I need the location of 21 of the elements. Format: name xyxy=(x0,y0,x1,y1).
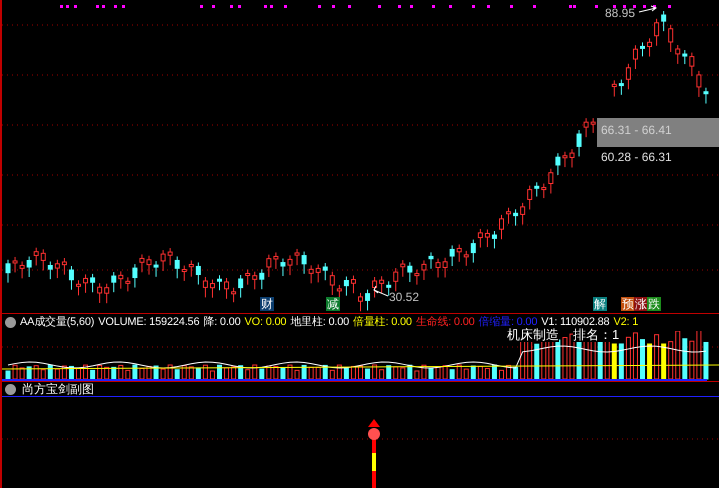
indicator-value: V1: 110902.88 xyxy=(541,315,610,328)
price-range-label: 60.28 - 66.31 xyxy=(600,149,673,166)
low-price-label: 30.52 xyxy=(389,289,420,306)
signal-badge: 涨 xyxy=(634,297,648,311)
indicator-value: 倍量柱: 0.00 xyxy=(353,315,412,330)
indicator-value: 倍缩量: 0.00 xyxy=(478,314,538,328)
price-range-label: 66.31 - 66.41 xyxy=(597,118,719,147)
signal-badge: 解 xyxy=(593,297,607,311)
indicator-value: VOLUME: 159224.56 xyxy=(98,315,200,330)
indicator-title: AA成交量(5,60) xyxy=(20,314,94,330)
indicator-value: VO: 0.00 xyxy=(244,315,286,330)
high-price-label: 88.95 xyxy=(605,5,636,22)
signal-badge: 预 xyxy=(621,297,635,311)
indicator-value: V2: 1 xyxy=(613,315,638,330)
signal-badge: 跌 xyxy=(647,297,661,311)
indicator-value: 降: 0.00 xyxy=(203,315,241,330)
signal-badge: 减 xyxy=(326,297,340,311)
indicator-value: 生命线: 0.00 xyxy=(416,315,475,330)
indicator-title: 尚方宝剑副图 xyxy=(22,381,94,398)
signal-badge: 财 xyxy=(260,297,274,311)
indicator-value: 地里柱: 0.00 xyxy=(290,315,350,330)
